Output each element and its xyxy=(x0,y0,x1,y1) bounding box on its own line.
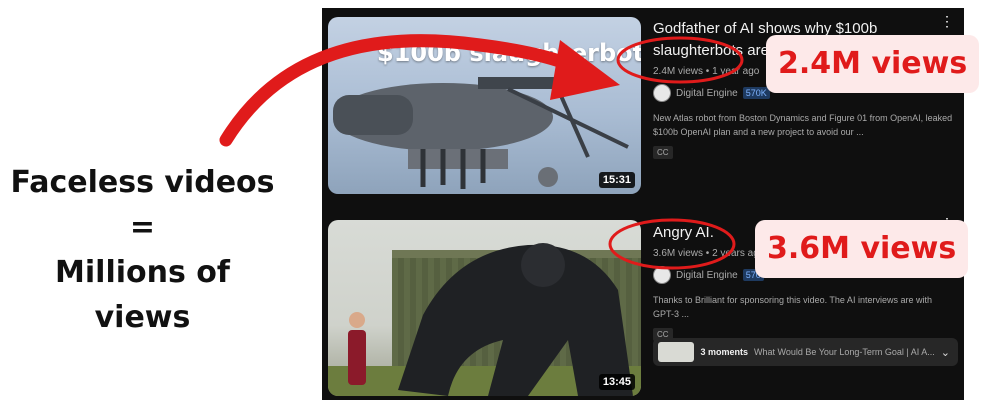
channel-avatar[interactable] xyxy=(653,84,671,102)
video-duration: 13:45 xyxy=(598,374,635,390)
caption-line-2: = xyxy=(129,210,156,245)
moment-thumbnail xyxy=(658,342,695,362)
chevron-down-icon[interactable]: ⌄ xyxy=(941,346,950,359)
cc-badge: CC xyxy=(653,146,673,159)
views-callout-2: 3.6M views xyxy=(755,220,969,278)
caption-line-3: Millions of xyxy=(55,255,230,290)
video-thumbnail-angry-ai[interactable]: 13:45 xyxy=(328,220,641,396)
faceless-caption: Faceless videos = Millions of views xyxy=(0,160,285,340)
views-callout-1: 2.4M views xyxy=(766,35,980,93)
thumbnail-title-text: $100b slaughterbots xyxy=(377,39,641,67)
key-moments-bar[interactable]: 3 moments What Would Be Your Long-Term G… xyxy=(653,338,958,366)
video-description: Thanks to Brilliant for sponsoring this … xyxy=(653,295,932,319)
channel-name[interactable]: Digital Engine xyxy=(676,270,738,281)
channel-name[interactable]: Digital Engine xyxy=(676,88,738,99)
subscriber-badge: 570K xyxy=(742,87,770,99)
caption-line-4: views xyxy=(94,300,191,335)
video-description: New Atlas robot from Boston Dynamics and… xyxy=(653,113,953,137)
more-options-icon[interactable]: ⋮ xyxy=(940,14,954,28)
channel-avatar[interactable] xyxy=(653,266,671,284)
video-duration: 15:31 xyxy=(598,172,635,188)
video-thumbnail-slaughterbots[interactable]: $100b slaughterbots 15:31 xyxy=(328,17,641,194)
moments-title: What Would Be Your Long-Term Goal | AI A… xyxy=(754,347,935,357)
moments-count: 3 moments xyxy=(700,347,748,357)
robot-gorilla-illustration xyxy=(348,243,633,396)
caption-line-1: Faceless videos xyxy=(10,165,275,200)
